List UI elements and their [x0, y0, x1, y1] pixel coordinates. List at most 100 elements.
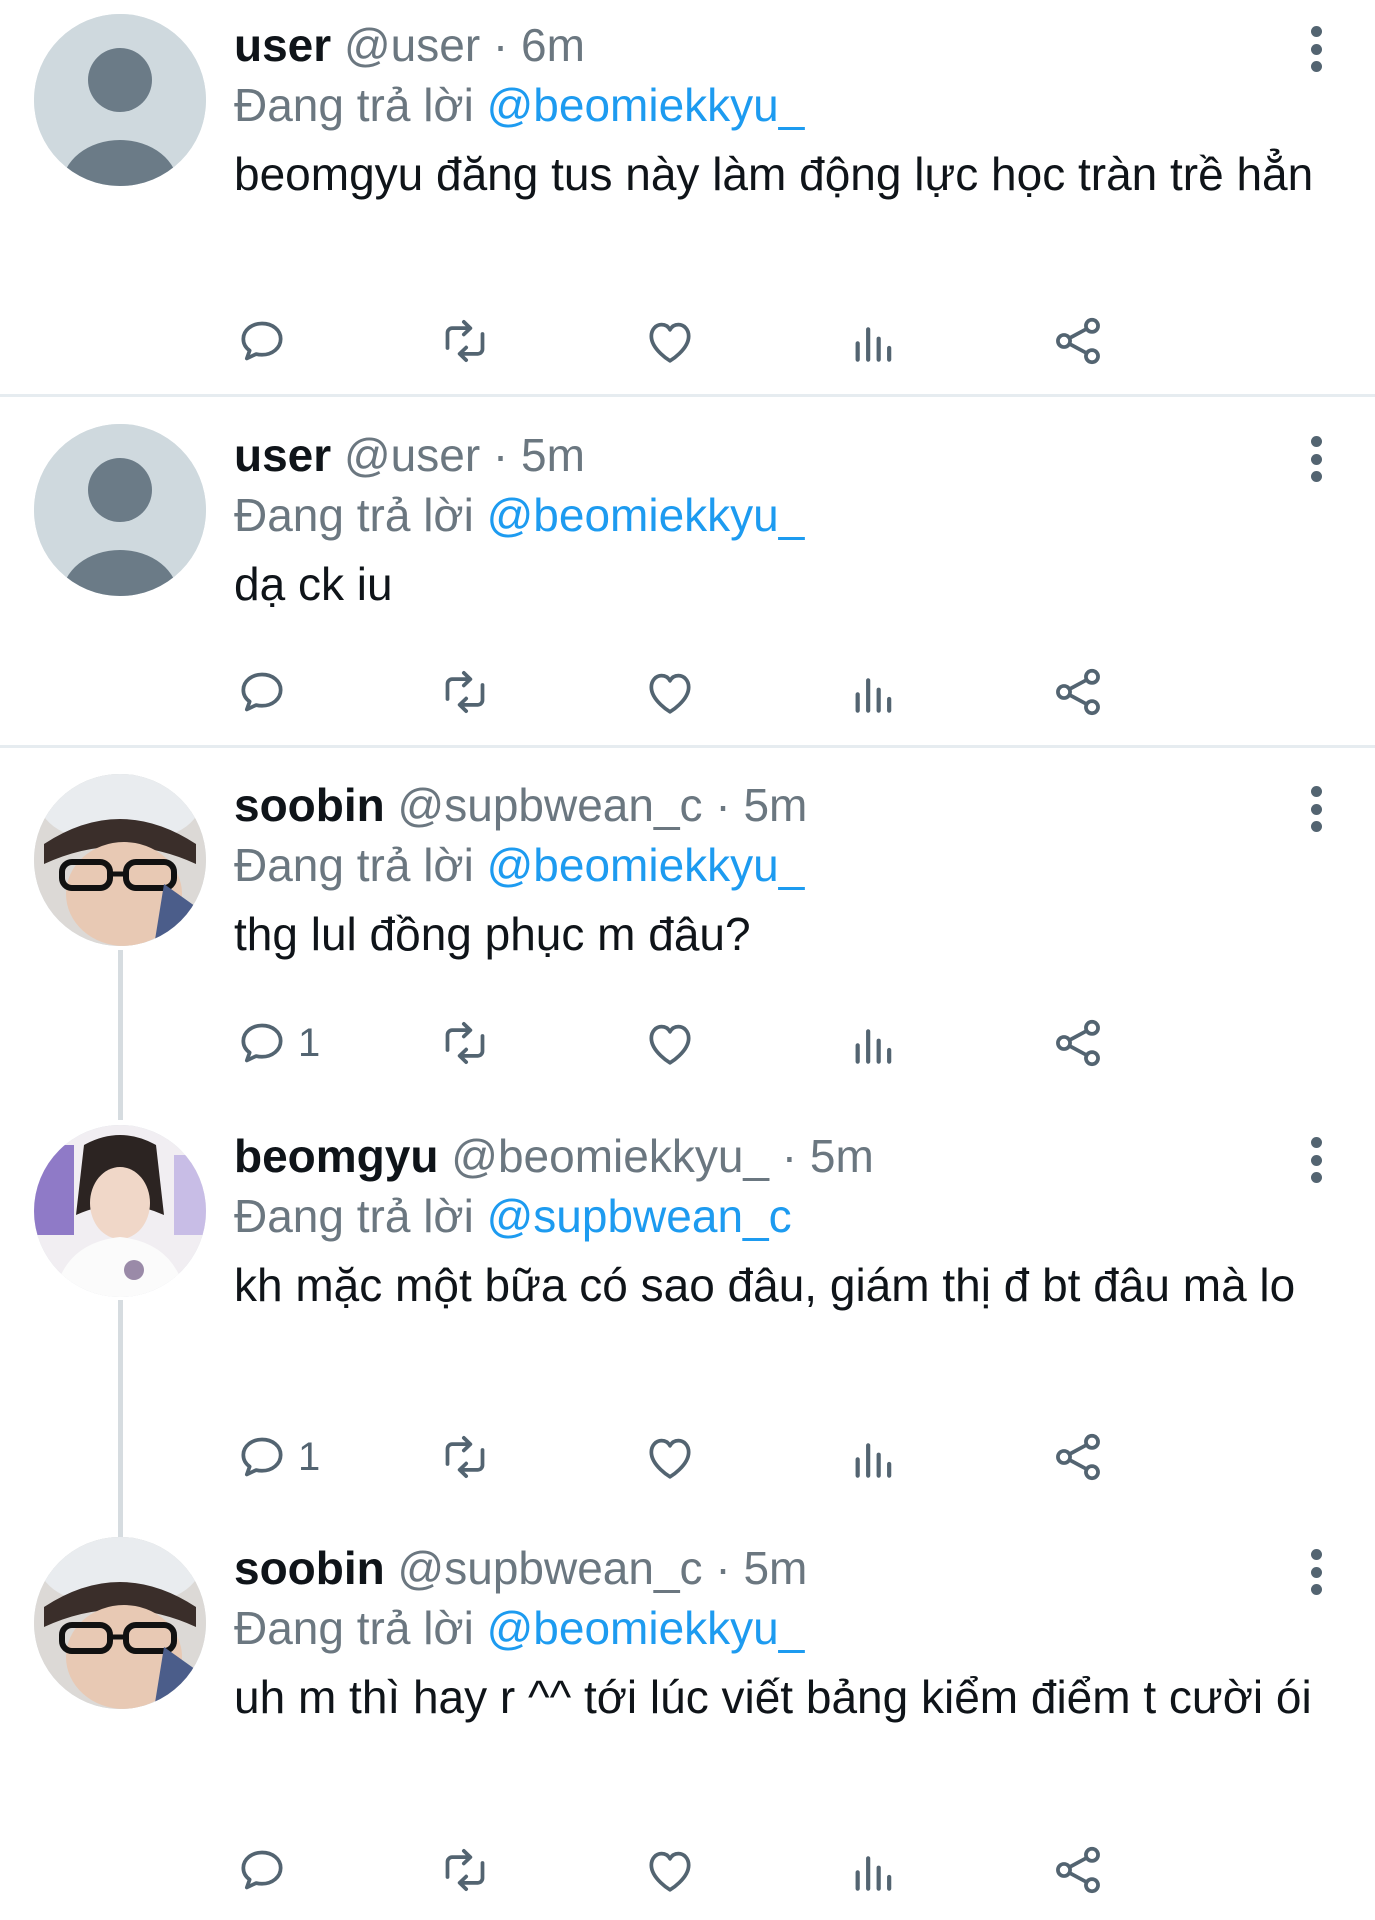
mention-link[interactable]: @beomiekkyu_ [487, 79, 805, 131]
tweet[interactable]: user @user · 5m Đang trả lời @beomiekkyu… [0, 410, 1375, 745]
timestamp[interactable]: 6m [521, 19, 585, 71]
tweet-header: soobin @supbwean_c · 5m [234, 776, 1315, 834]
more-options-icon[interactable] [1309, 26, 1323, 72]
views-button[interactable] [846, 1013, 902, 1073]
avatar[interactable] [34, 424, 206, 596]
reply-count: 1 [298, 1434, 321, 1479]
action-bar: 1 [234, 1427, 1314, 1487]
reply-feed: user @user · 6m Đang trả lời @beomiekkyu… [0, 0, 1375, 1920]
replying-to: Đang trả lời @beomiekkyu_ [234, 1597, 1315, 1659]
divider [0, 394, 1375, 397]
share-button[interactable] [1050, 1427, 1106, 1487]
display-name[interactable]: user [234, 19, 331, 71]
share-icon [1056, 1433, 1100, 1481]
action-bar [234, 311, 1314, 371]
replying-label: Đang trả lời [234, 1602, 474, 1654]
replying-label: Đang trả lời [234, 839, 474, 891]
share-button[interactable] [1050, 662, 1106, 722]
views-button[interactable] [846, 311, 902, 371]
user-handle[interactable]: @supbwean_c [398, 1542, 703, 1594]
views-button[interactable] [846, 662, 902, 722]
share-icon [1056, 1846, 1100, 1894]
tweet-text: thg lul đồng phục m đâu? [234, 908, 751, 960]
user-handle[interactable]: @beomiekkyu_ [451, 1130, 769, 1182]
tweet-header: user @user · 6m [234, 16, 1315, 74]
display-name[interactable]: beomgyu [234, 1130, 438, 1182]
heart-icon [649, 1024, 691, 1065]
mention-link[interactable]: @beomiekkyu_ [487, 489, 805, 541]
replying-to: Đang trả lời @beomiekkyu_ [234, 834, 1315, 896]
display-name[interactable]: soobin [234, 1542, 385, 1594]
like-button[interactable] [642, 1840, 698, 1900]
separator: · [768, 1130, 810, 1182]
mention-link[interactable]: @beomiekkyu_ [487, 1602, 805, 1654]
tweet[interactable]: soobin @supbwean_c · 5m Đang trả lời @be… [0, 1523, 1375, 1920]
avatar[interactable] [34, 1125, 206, 1297]
timestamp[interactable]: 5m [743, 779, 807, 831]
tweet-header: beomgyu @beomiekkyu_ · 5m [234, 1127, 1315, 1185]
avatar[interactable] [34, 14, 206, 186]
like-button[interactable] [642, 1013, 698, 1073]
views-button[interactable] [846, 1840, 902, 1900]
more-options-icon[interactable] [1309, 436, 1323, 482]
retweet-icon [445, 671, 485, 713]
tweet-body: beomgyu @beomiekkyu_ · 5m Đang trả lời @… [234, 1127, 1315, 1315]
timestamp[interactable]: 5m [521, 429, 585, 481]
retweet-button[interactable] [437, 1427, 493, 1487]
display-name[interactable]: user [234, 429, 331, 481]
display-name[interactable]: soobin [234, 779, 385, 831]
more-options-icon[interactable] [1309, 1549, 1323, 1595]
timestamp[interactable]: 5m [743, 1542, 807, 1594]
share-button[interactable] [1050, 1013, 1106, 1073]
photo-avatar-icon [34, 1125, 206, 1297]
tweet[interactable]: soobin @supbwean_c · 5m Đang trả lời @be… [0, 760, 1375, 1110]
retweet-button[interactable] [437, 311, 493, 371]
user-handle[interactable]: @user [344, 429, 480, 481]
mention-link[interactable]: @supbwean_c [487, 1190, 792, 1242]
separator: · [702, 1542, 744, 1594]
views-icon [855, 1856, 892, 1891]
reply-button[interactable] [234, 662, 298, 722]
reply-button[interactable]: 1 [234, 1427, 320, 1487]
reply-button[interactable] [234, 1840, 298, 1900]
tweet[interactable]: user @user · 6m Đang trả lời @beomiekkyu… [0, 0, 1375, 394]
user-handle[interactable]: @supbwean_c [398, 779, 703, 831]
more-options-icon[interactable] [1309, 786, 1323, 832]
views-button[interactable] [846, 1427, 902, 1487]
like-button[interactable] [642, 311, 698, 371]
reply-button[interactable]: 1 [234, 1013, 320, 1073]
avatar[interactable] [34, 1537, 206, 1709]
tweet-text: kh mặc một bữa có sao đâu, giám thị đ bt… [234, 1259, 1296, 1311]
reply-icon [241, 1437, 283, 1477]
tweet-body: user @user · 6m Đang trả lời @beomiekkyu… [234, 16, 1315, 204]
action-bar: 1 [234, 1013, 1314, 1073]
share-button[interactable] [1050, 311, 1106, 371]
mention-link[interactable]: @beomiekkyu_ [487, 839, 805, 891]
tweet-body: soobin @supbwean_c · 5m Đang trả lời @be… [234, 1539, 1315, 1727]
tweet[interactable]: beomgyu @beomiekkyu_ · 5m Đang trả lời @… [0, 1111, 1375, 1523]
more-options-icon[interactable] [1309, 1137, 1323, 1183]
retweet-button[interactable] [437, 1840, 493, 1900]
replying-label: Đang trả lời [234, 489, 474, 541]
action-bar [234, 662, 1314, 722]
heart-icon [649, 673, 691, 714]
reply-icon [241, 1023, 283, 1063]
retweet-icon [445, 1436, 485, 1478]
views-icon [855, 1443, 892, 1478]
like-button[interactable] [642, 1427, 698, 1487]
tweet-header: user @user · 5m [234, 426, 1315, 484]
avatar[interactable] [34, 774, 206, 946]
tweet-text: beomgyu đăng tus này làm động lực học tr… [234, 148, 1314, 200]
heart-icon [649, 322, 691, 363]
user-handle[interactable]: @user [344, 19, 480, 71]
action-bar [234, 1840, 1314, 1900]
default-avatar-icon [34, 424, 206, 596]
reply-button[interactable] [234, 311, 298, 371]
timestamp[interactable]: 5m [810, 1130, 874, 1182]
retweet-icon [445, 320, 485, 362]
retweet-button[interactable] [437, 662, 493, 722]
retweet-button[interactable] [437, 1013, 493, 1073]
share-button[interactable] [1050, 1840, 1106, 1900]
like-button[interactable] [642, 662, 698, 722]
reply-icon [241, 321, 283, 361]
